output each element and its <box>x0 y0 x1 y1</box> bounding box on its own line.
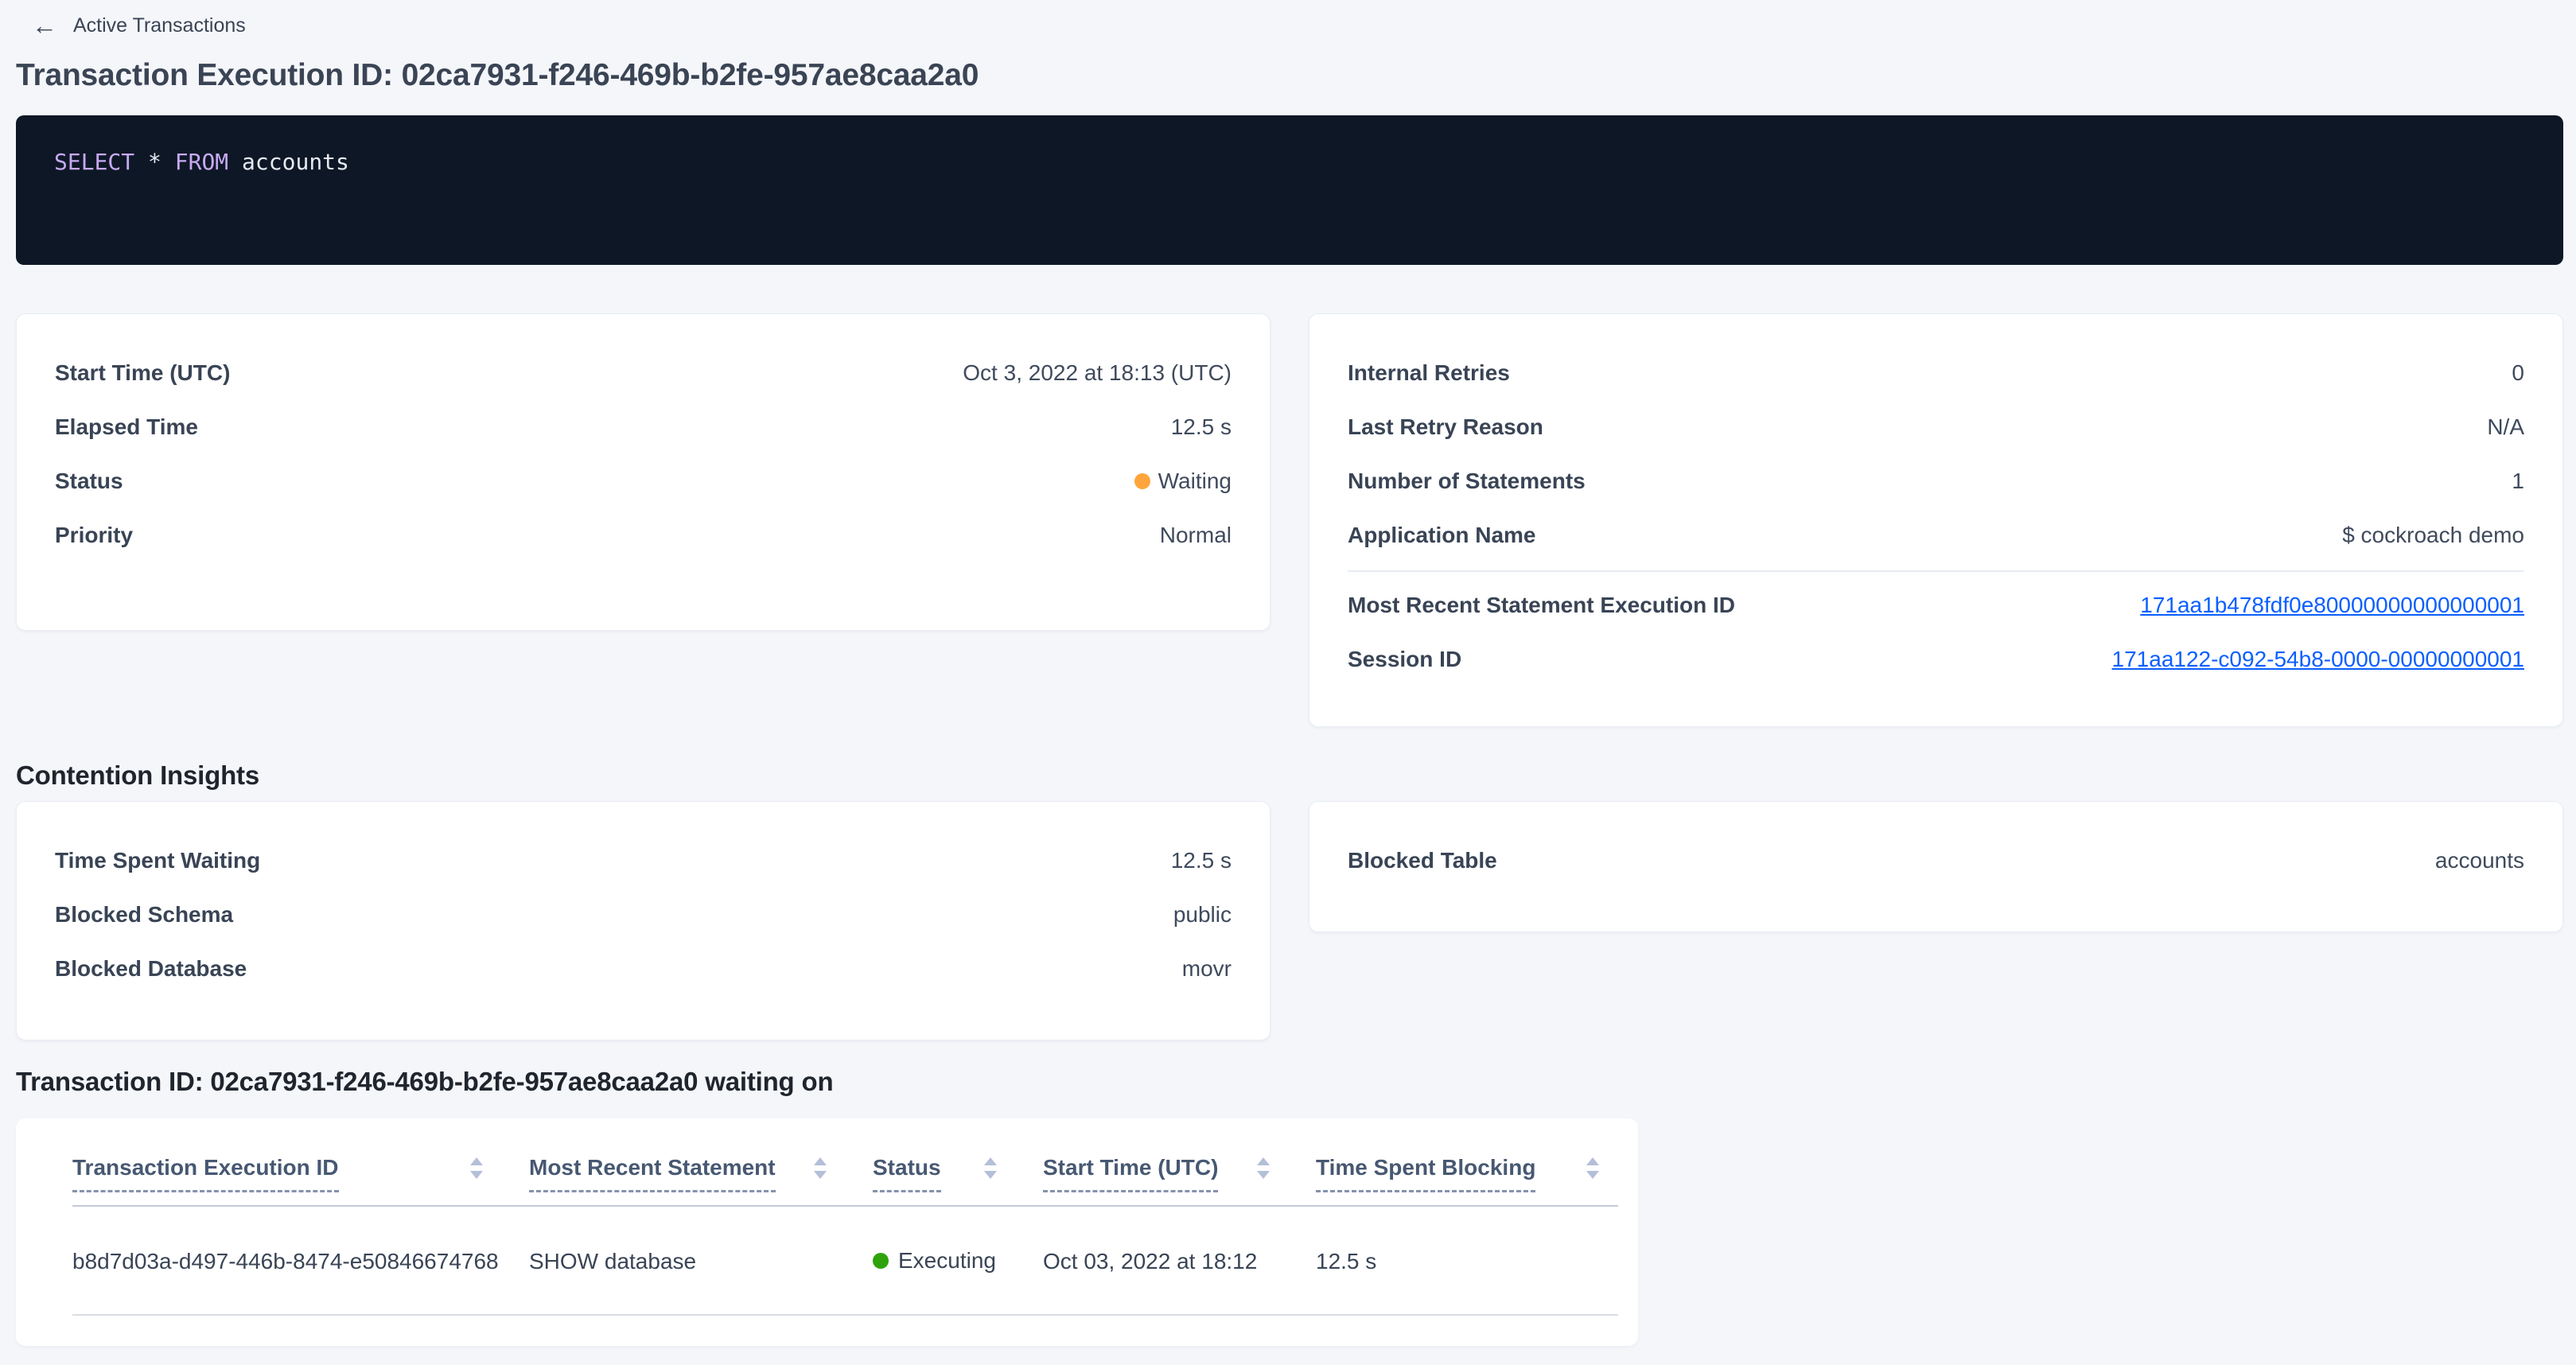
value-number-of-statements: 1 <box>2512 469 2524 494</box>
summary-row-statement-execution-id: Most Recent Statement Execution ID 171aa… <box>1348 578 2524 632</box>
back-link-active-transactions[interactable]: ← Active Transactions <box>32 11 246 40</box>
row-status-text: Executing <box>898 1248 996 1274</box>
session-id-link[interactable]: 171aa122-c092-54b8-0000-00000000001 <box>2112 647 2524 672</box>
value-internal-retries: 0 <box>2512 360 2524 386</box>
summary-row-application-name: Application Name $ cockroach demo <box>1348 508 2524 562</box>
summary-row-session-id: Session ID 171aa122-c092-54b8-0000-00000… <box>1348 632 2524 686</box>
waiting-on-table-header: Transaction Execution ID Most Recent Sta… <box>72 1118 1618 1206</box>
contention-row-time-spent-waiting: Time Spent Waiting 12.5 s <box>55 834 1232 888</box>
summary-row-priority: Priority Normal <box>55 508 1232 562</box>
summary-row-status: Status Waiting <box>55 454 1232 508</box>
back-link-label: Active Transactions <box>73 14 246 37</box>
label-blocked-database: Blocked Database <box>55 956 247 982</box>
waiting-on-heading: Transaction ID: 02ca7931-f246-469b-b2fe-… <box>16 1064 2563 1099</box>
label-session-id: Session ID <box>1348 647 1461 672</box>
cell-time-spent-blocking: 12.5 s <box>1316 1206 1618 1315</box>
contention-cards-row: Time Spent Waiting 12.5 s Blocked Schema… <box>16 801 2563 1040</box>
contention-card-right: Blocked Table accounts <box>1309 801 2563 932</box>
label-internal-retries: Internal Retries <box>1348 360 1510 386</box>
sql-keyword-from: FROM <box>175 149 228 175</box>
sort-icon[interactable] <box>1257 1157 1270 1179</box>
contention-card-left: Time Spent Waiting 12.5 s Blocked Schema… <box>16 801 1270 1040</box>
column-header-start-time[interactable]: Start Time (UTC) <box>1043 1118 1316 1206</box>
column-label: Most Recent Statement <box>529 1155 776 1192</box>
transaction-details-page: ← Active Transactions Transaction Execut… <box>0 0 2576 1346</box>
value-blocked-schema: public <box>1173 902 1232 928</box>
contention-row-blocked-schema: Blocked Schema public <box>55 888 1232 942</box>
value-start-time: Oct 3, 2022 at 18:13 (UTC) <box>963 360 1232 386</box>
value-application-name: $ cockroach demo <box>2342 523 2524 548</box>
arrow-left-icon: ← <box>32 13 57 38</box>
value-priority: Normal <box>1160 523 1232 548</box>
sort-icon[interactable] <box>470 1157 483 1179</box>
sql-table-name: accounts <box>242 149 349 175</box>
contention-row-blocked-table: Blocked Table accounts <box>1348 834 2524 888</box>
label-last-retry-reason: Last Retry Reason <box>1348 414 1543 440</box>
summary-row-start-time: Start Time (UTC) Oct 3, 2022 at 18:13 (U… <box>55 346 1232 400</box>
label-statement-execution-id: Most Recent Statement Execution ID <box>1348 593 1735 618</box>
waiting-on-table: Transaction Execution ID Most Recent Sta… <box>72 1118 1618 1316</box>
label-start-time: Start Time (UTC) <box>55 360 230 386</box>
cell-transaction-execution-id: b8d7d03a-d497-446b-8474-e50846674768 <box>72 1206 529 1315</box>
label-blocked-schema: Blocked Schema <box>55 902 233 928</box>
cell-most-recent-statement: SHOW database <box>529 1206 873 1315</box>
summary-card-right: Internal Retries 0 Last Retry Reason N/A… <box>1309 313 2563 727</box>
cell-start-time: Oct 03, 2022 at 18:12 <box>1043 1206 1316 1315</box>
status-badge: Waiting <box>1134 469 1232 494</box>
value-blocked-database: movr <box>1182 956 1232 982</box>
card-divider <box>1348 570 2524 572</box>
value-last-retry-reason: N/A <box>2487 414 2524 440</box>
summary-cards-row: Start Time (UTC) Oct 3, 2022 at 18:13 (U… <box>16 313 2563 727</box>
sql-statement-box: SELECT * FROM accounts <box>16 115 2563 265</box>
label-blocked-table: Blocked Table <box>1348 848 1497 873</box>
status-dot-waiting <box>1134 473 1150 489</box>
label-priority: Priority <box>55 523 133 548</box>
summary-row-last-retry-reason: Last Retry Reason N/A <box>1348 400 2524 454</box>
label-number-of-statements: Number of Statements <box>1348 469 1586 494</box>
value-time-spent-waiting: 12.5 s <box>1171 848 1232 873</box>
value-blocked-table: accounts <box>2435 848 2524 873</box>
column-label: Transaction Execution ID <box>72 1155 339 1192</box>
statement-execution-id-link[interactable]: 171aa1b478fdf0e80000000000000001 <box>2140 593 2524 618</box>
status-dot-executing <box>873 1253 889 1269</box>
column-label: Time Spent Blocking <box>1316 1155 1535 1192</box>
contention-insights-heading: Contention Insights <box>16 758 2563 793</box>
summary-row-number-of-statements: Number of Statements 1 <box>1348 454 2524 508</box>
table-row: b8d7d03a-d497-446b-8474-e50846674768 SHO… <box>72 1206 1618 1315</box>
page-title: Transaction Execution ID: 02ca7931-f246-… <box>16 57 2563 94</box>
summary-row-elapsed-time: Elapsed Time 12.5 s <box>55 400 1232 454</box>
status-text: Waiting <box>1158 469 1232 494</box>
label-time-spent-waiting: Time Spent Waiting <box>55 848 260 873</box>
cell-status: Executing <box>873 1206 1043 1315</box>
sort-icon[interactable] <box>814 1157 827 1179</box>
value-elapsed-time: 12.5 s <box>1171 414 1232 440</box>
summary-card-left: Start Time (UTC) Oct 3, 2022 at 18:13 (U… <box>16 313 1270 631</box>
column-header-most-recent-statement[interactable]: Most Recent Statement <box>529 1118 873 1206</box>
column-header-status[interactable]: Status <box>873 1118 1043 1206</box>
column-label: Start Time (UTC) <box>1043 1155 1218 1192</box>
sort-icon[interactable] <box>1586 1157 1599 1179</box>
column-label: Status <box>873 1155 941 1192</box>
column-header-transaction-execution-id[interactable]: Transaction Execution ID <box>72 1118 529 1206</box>
column-header-time-spent-blocking[interactable]: Time Spent Blocking <box>1316 1118 1618 1206</box>
waiting-on-table-card: Transaction Execution ID Most Recent Sta… <box>16 1118 1638 1346</box>
sort-icon[interactable] <box>984 1157 997 1179</box>
sql-keyword-select: SELECT <box>54 149 134 175</box>
contention-row-blocked-database: Blocked Database movr <box>55 942 1232 996</box>
summary-row-internal-retries: Internal Retries 0 <box>1348 346 2524 400</box>
label-status: Status <box>55 469 123 494</box>
header-row: Transaction Execution ID Most Recent Sta… <box>72 1118 1618 1206</box>
sql-star: * <box>148 149 161 175</box>
label-application-name: Application Name <box>1348 523 1535 548</box>
label-elapsed-time: Elapsed Time <box>55 414 198 440</box>
